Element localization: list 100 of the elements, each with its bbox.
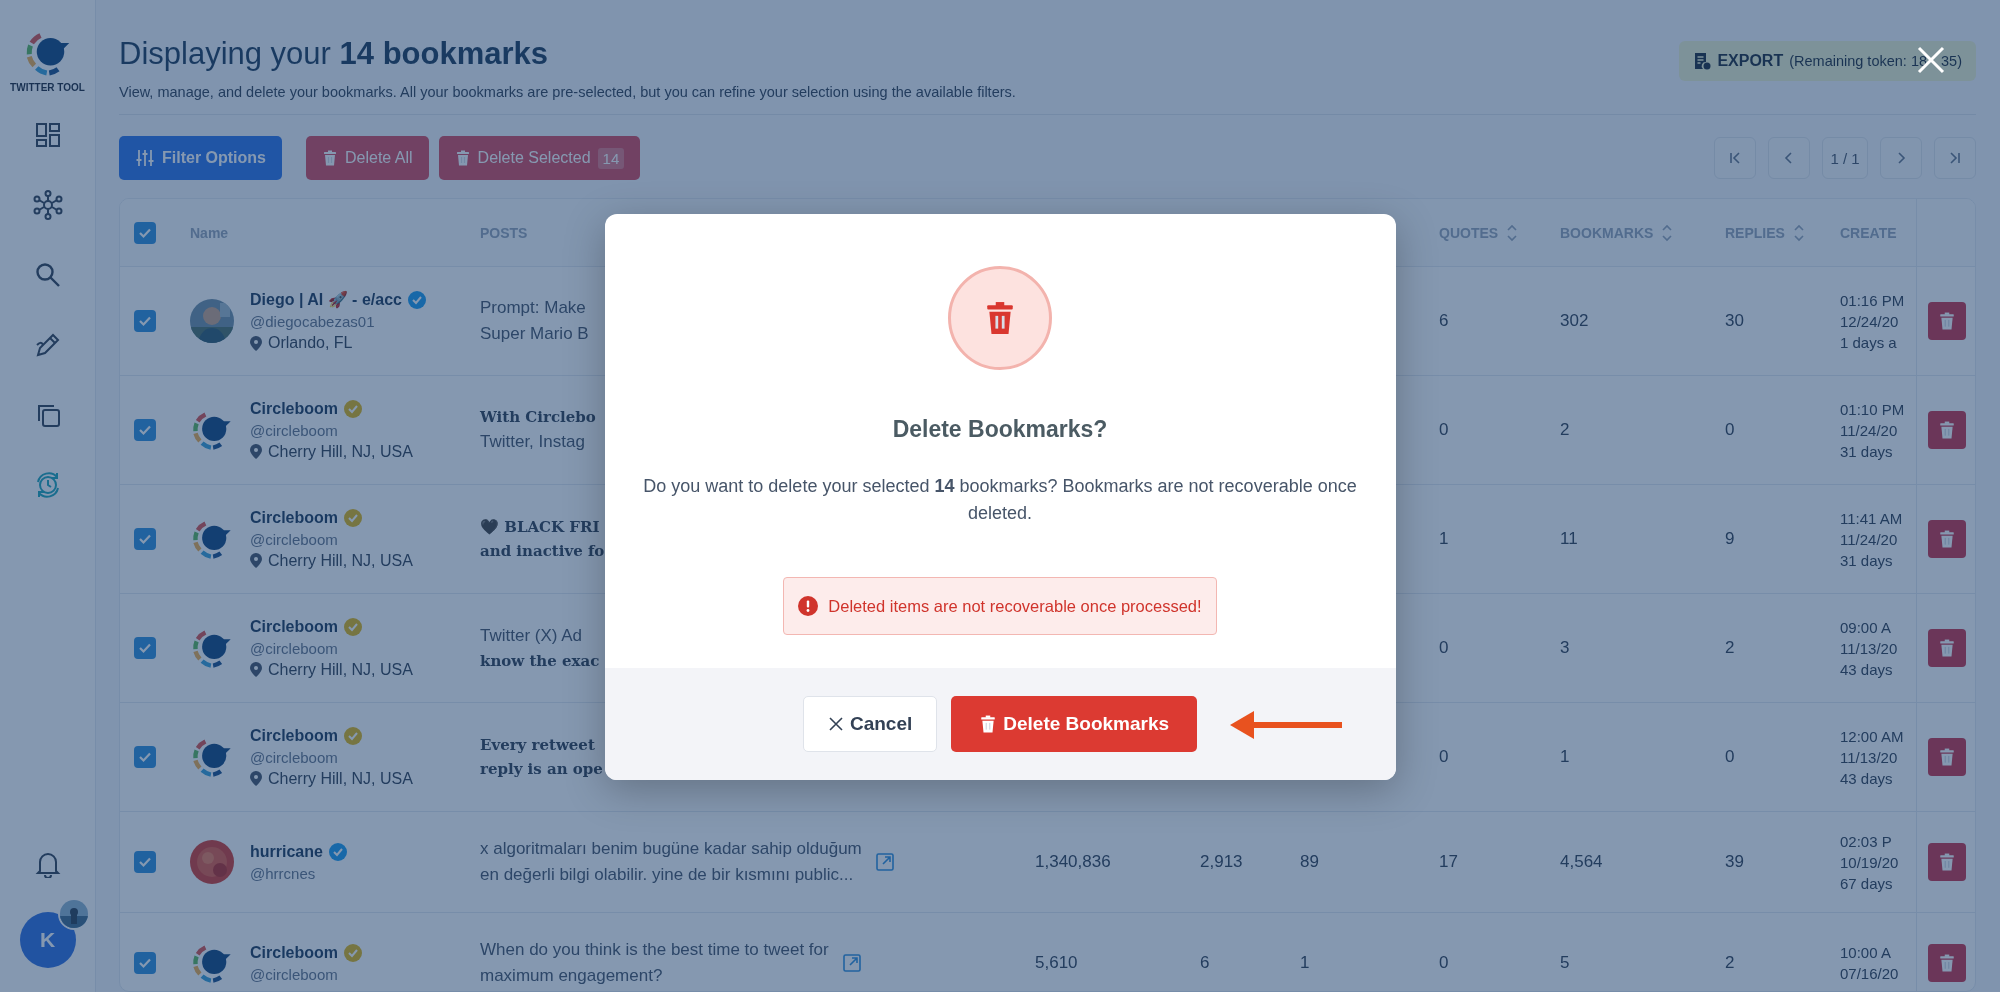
post-text-line: x algoritmaları benim bugüne kadar sahip olduğum: [480, 839, 862, 859]
table-cell: 17: [1439, 852, 1458, 872]
delete-row-button[interactable]: [1927, 302, 1966, 340]
alert-icon: [798, 596, 819, 616]
created-date-text: 01:16 PM: [1840, 291, 1905, 309]
post-text-line: Twitter, Instag: [480, 432, 586, 452]
user-handle: @circleboom: [250, 748, 339, 766]
created-date-text: 10/19/20: [1840, 853, 1899, 871]
post-text-line: know the exac: [480, 652, 600, 670]
trash-icon: [1937, 421, 1956, 439]
user-name: Circleboom: [250, 399, 338, 418]
delete-row-button[interactable]: [1927, 738, 1966, 776]
cancel-button[interactable]: Cancel: [802, 696, 938, 752]
export-button[interactable]: EXPORT (Remaining token: 18 35): [1679, 41, 1976, 81]
post-text-line: With Circlebo: [480, 408, 596, 426]
delete-row-button[interactable]: [1927, 843, 1966, 881]
created-date-text: 07/16/20: [1840, 965, 1899, 982]
arrow-icon: [1230, 710, 1344, 740]
user-handle: @circleboom: [250, 965, 339, 983]
created-date-text: 1 days a: [1840, 333, 1897, 351]
post-text-line: 🖤 BLACK FRI: [480, 518, 601, 536]
close-icon: [827, 716, 844, 732]
document-icon: [1693, 52, 1712, 70]
row-checkbox[interactable]: [134, 310, 156, 332]
table-cell: 2: [1725, 953, 1735, 973]
row-checkbox[interactable]: [134, 746, 156, 768]
row-checkbox[interactable]: [134, 528, 156, 550]
network-icon: [32, 190, 63, 220]
location-pin-icon: [250, 771, 262, 786]
user-name: Circleboom: [250, 726, 338, 745]
table-cell: 30: [1725, 311, 1744, 331]
user-avatar[interactable]: K: [19, 912, 76, 968]
table-cell: 4,564: [1560, 852, 1603, 872]
table-cell: 6: [1200, 953, 1210, 973]
table-cell: 0: [1725, 747, 1735, 767]
first-page-button[interactable]: [1714, 137, 1756, 179]
delete-row-button[interactable]: [1927, 520, 1966, 558]
trash-icon: [1937, 954, 1956, 972]
location-pin-icon: [250, 662, 262, 677]
external-link-icon[interactable]: [842, 954, 861, 972]
previous-page-button[interactable]: [1768, 137, 1810, 179]
user-name: Circleboom: [250, 508, 338, 527]
delete-row-button[interactable]: [1927, 629, 1966, 667]
created-date-text: 11/13/20: [1840, 639, 1898, 657]
table-cell: 1,340,836: [1035, 852, 1111, 872]
sidebar-item[interactable]: [31, 189, 64, 221]
table-cell: 39: [1725, 852, 1744, 872]
user-location: Cherry Hill, NJ, USA: [268, 442, 413, 461]
last-page-button[interactable]: [1934, 137, 1976, 179]
warning-alert: Deleted items are not recoverable once processed!: [783, 577, 1217, 635]
checkmark-icon: [138, 532, 152, 546]
user-name: Circleboom: [250, 943, 338, 962]
delete-all-button[interactable]: Delete All: [306, 136, 429, 180]
table-cell: 11: [1560, 529, 1578, 549]
created-date-text: 67 days: [1840, 874, 1893, 892]
user-location: Orlando, FL: [268, 334, 353, 352]
delete-row-button[interactable]: [1927, 411, 1966, 449]
created-date-text: 12:00 AM: [1840, 727, 1904, 745]
table-cell: 0: [1439, 420, 1449, 440]
filter-options-button[interactable]: Filter Options: [119, 136, 282, 180]
select-all-checkbox[interactable]: [134, 221, 156, 244]
created-date-text: 10:00 A: [1840, 944, 1891, 961]
trash-icon: [1937, 853, 1956, 871]
row-checkbox[interactable]: [134, 637, 156, 659]
post-text-line: maximum engagement?: [480, 966, 664, 986]
table-cell: 89: [1300, 852, 1319, 872]
bell-icon[interactable]: [34, 850, 61, 878]
trash-icon: [1937, 312, 1956, 330]
page-subtitle: View, manage, and delete your bookmarks. All your bookmarks are pre-selected, but you can refine your selection using the available filters.: [119, 84, 1016, 100]
post-text-line: and inactive fo: [480, 542, 605, 560]
checkmark-icon: [138, 956, 152, 970]
trash-icon: [979, 715, 998, 733]
delete-selected-button[interactable]: Delete Selected 14: [438, 136, 641, 180]
created-date-text: 11/24/20: [1840, 421, 1898, 439]
created-date-text: 11/24/20: [1840, 530, 1898, 548]
page-indicator[interactable]: 1 / 1: [1822, 137, 1868, 179]
table-cell: 0: [1439, 747, 1449, 767]
post-text-line: reply is an ope: [480, 760, 603, 778]
next-page-button[interactable]: [1880, 137, 1922, 179]
table-cell: 9: [1725, 529, 1735, 549]
table-cell: 0: [1439, 953, 1449, 973]
table-cell: 5,610: [1035, 953, 1078, 973]
table-cell: 302: [1560, 311, 1589, 331]
delete-bookmarks-button[interactable]: Delete Bookmarks: [951, 696, 1198, 752]
dialog-message: Do you want to delete your selected 14 bookmarks? Bookmarks are not recoverable once deleted.: [642, 475, 1358, 525]
checkmark-icon: [138, 423, 152, 437]
row-checkbox[interactable]: [134, 851, 156, 873]
location-pin-icon: [250, 444, 262, 459]
post-text-line: Super Mario B: [480, 324, 589, 344]
page-title: Displaying your 14 bookmarks: [119, 36, 550, 72]
dashboard-icon: [34, 122, 61, 148]
table-cell: 1: [1439, 529, 1449, 549]
delete-row-button[interactable]: [1927, 944, 1966, 982]
first-page-icon: [1727, 150, 1743, 166]
table-cell: 1: [1300, 953, 1310, 973]
table-cell: 2,913: [1200, 852, 1243, 872]
row-checkbox[interactable]: [134, 952, 156, 974]
row-checkbox[interactable]: [134, 419, 156, 441]
external-link-icon[interactable]: [875, 853, 894, 871]
table-cell: 0: [1439, 638, 1449, 658]
